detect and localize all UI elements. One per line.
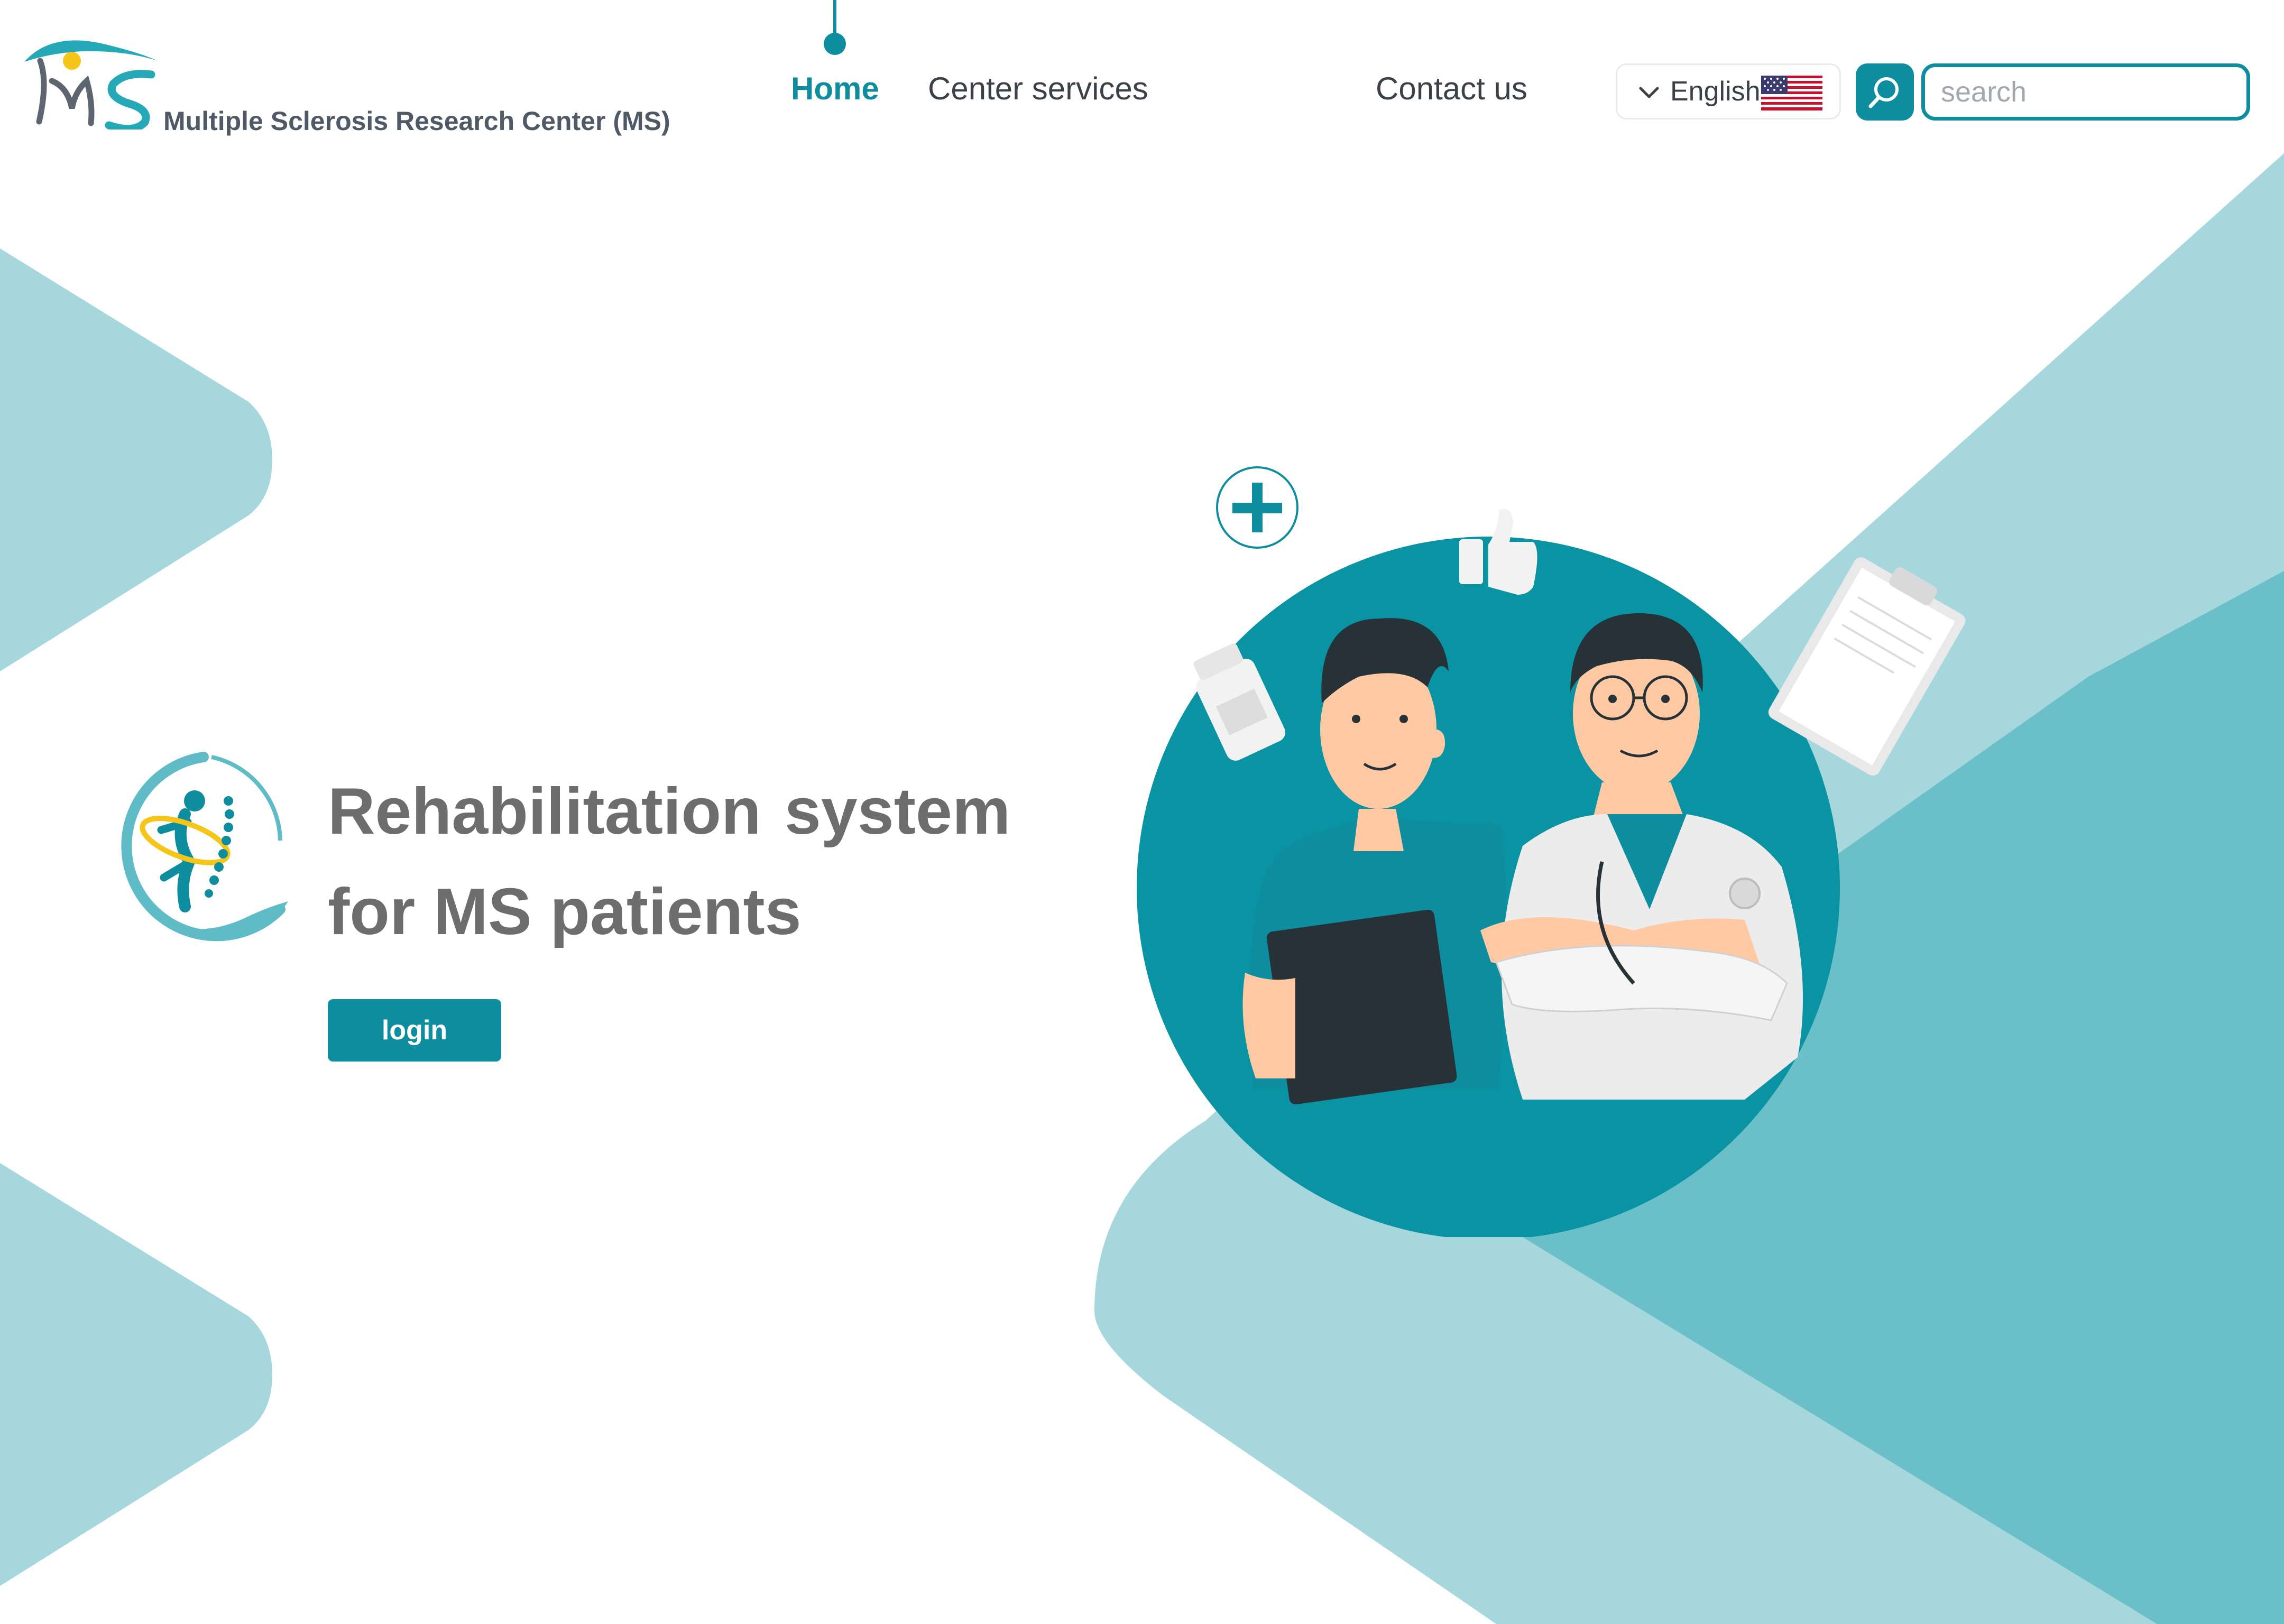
nav-contact-us[interactable]: Contact us	[1376, 70, 1527, 107]
search-button[interactable]	[1856, 63, 1914, 121]
active-nav-indicator	[824, 0, 846, 61]
left-bottom-chevron-shape	[0, 1163, 272, 1586]
search-icon	[1868, 77, 1899, 108]
language-selector[interactable]: English	[1616, 63, 1841, 119]
language-label: English	[1670, 76, 1761, 107]
us-flag-icon	[1761, 76, 1822, 110]
ms-center-logo[interactable]: Multiple Sclerosis Research Center (MS)	[19, 29, 701, 136]
thumbs-up-icon	[1459, 509, 1537, 595]
hero-title: Rehabilitation system for MS patients	[328, 761, 1010, 962]
two-doctors-illustration	[1137, 466, 1966, 1237]
rehabilitation-logo-icon	[121, 752, 288, 942]
search-input[interactable]	[1921, 63, 2250, 121]
hero-title-word-1: Rehabilitation	[328, 775, 761, 848]
ms-logo-icon	[24, 40, 158, 130]
left-top-chevron-shape	[0, 248, 272, 671]
site-header: Multiple Sclerosis Research Center (MS) …	[0, 0, 2284, 159]
hero-title-line-2: for MS patients	[328, 875, 802, 948]
nav-center-services[interactable]: Center services	[928, 70, 1148, 107]
login-button[interactable]: login	[328, 999, 501, 1062]
logo-text: Multiple Sclerosis Research Center (MS)	[163, 106, 670, 136]
plus-badge-icon	[1216, 466, 1298, 549]
nav-home[interactable]: Home	[791, 70, 879, 107]
hero-title-word-2: system	[784, 775, 1011, 848]
chevron-down-icon	[1639, 87, 1659, 98]
